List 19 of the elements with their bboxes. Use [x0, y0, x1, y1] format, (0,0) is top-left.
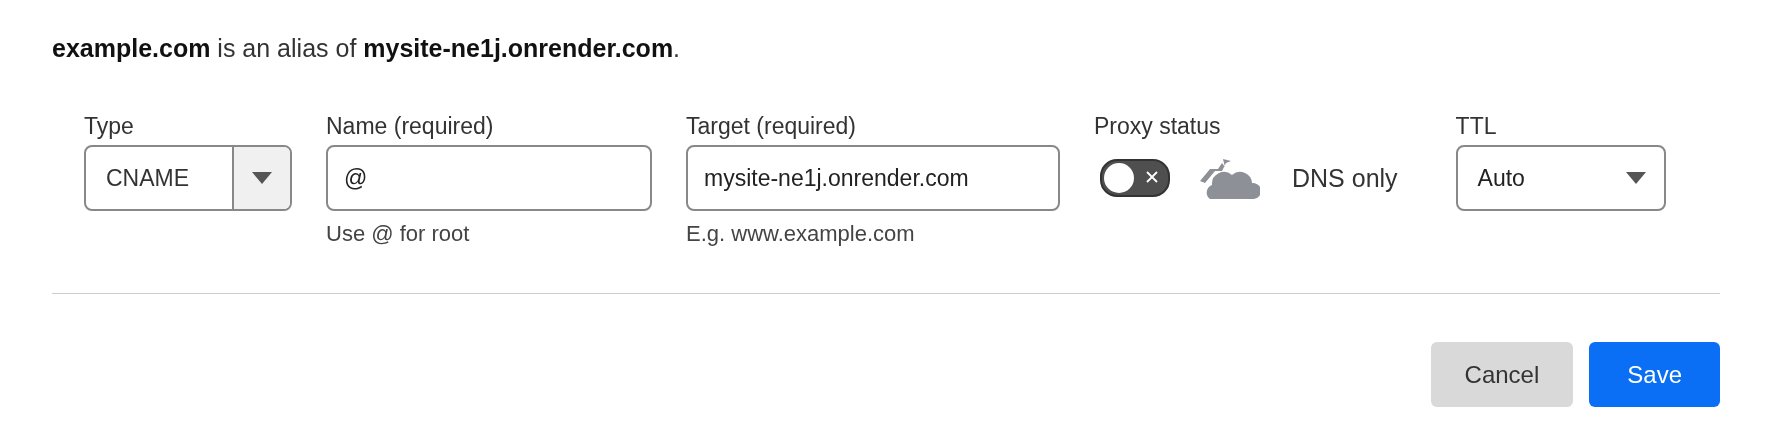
proxy-status-text: DNS only [1292, 163, 1398, 193]
proxy-toggle[interactable] [1100, 159, 1170, 197]
type-select[interactable]: CNAME [84, 145, 292, 211]
caret-icon [1625, 172, 1646, 184]
field-label: TTL [1455, 113, 1498, 141]
field-hint: Use @ for root [326, 221, 471, 247]
field-label: Target (required) [686, 113, 858, 141]
field-label: Name (required) [326, 113, 495, 141]
text-field[interactable]: mysite-ne1j.onrender.com [686, 145, 1060, 211]
field-label: Proxy status [1094, 113, 1222, 141]
close-icon [1146, 171, 1158, 183]
ttl-dropdown[interactable]: Auto [1455, 145, 1666, 211]
caret-icon [252, 172, 272, 184]
save-button[interactable]: Save [1589, 342, 1720, 407]
text-field[interactable]: @ [326, 145, 652, 211]
cancel-button[interactable]: Cancel [1430, 342, 1574, 407]
field-label: Type [84, 113, 135, 141]
field-hint: E.g. www.example.com [686, 221, 916, 247]
alias-summary: example.com is an alias of mysite-ne1j.onrender.com. [52, 34, 682, 63]
